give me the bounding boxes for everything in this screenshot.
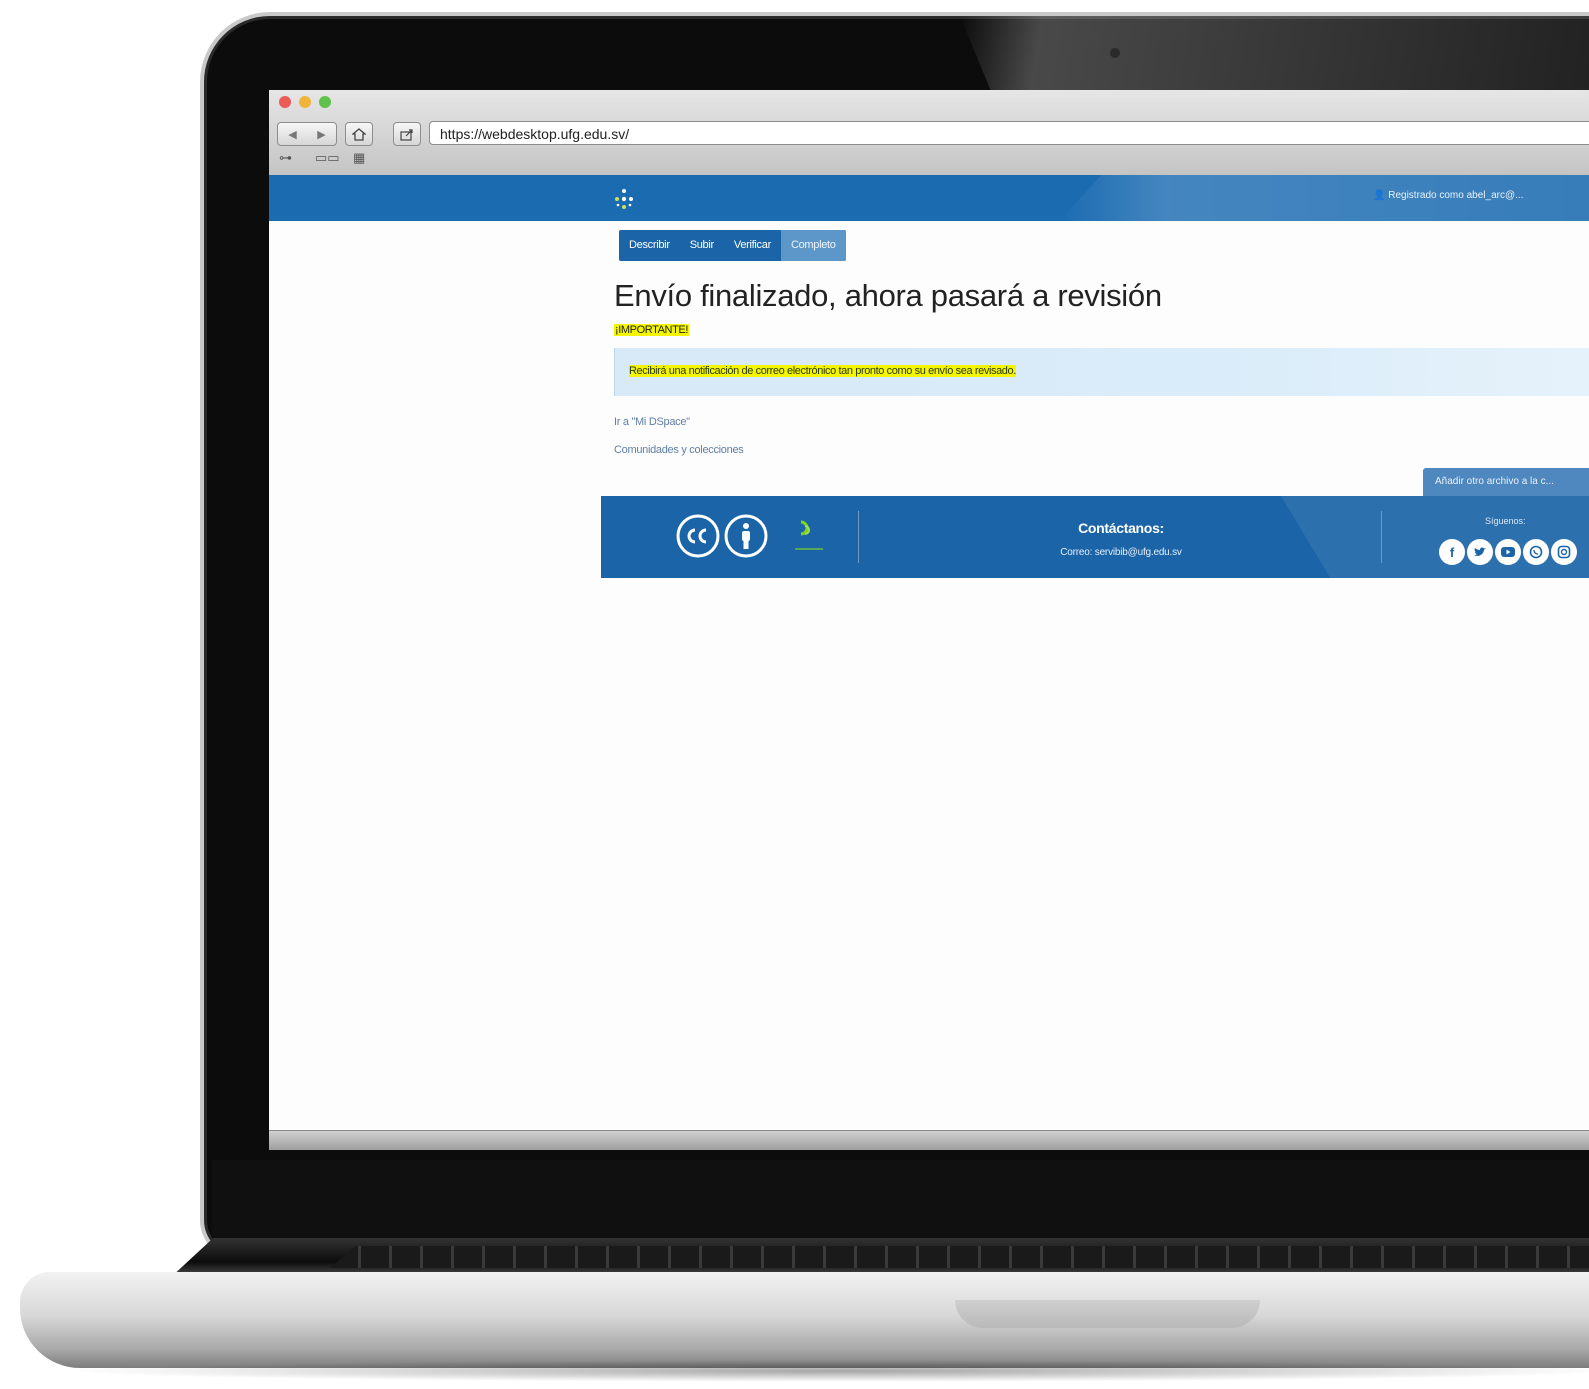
instagram-icon[interactable] [1551,539,1577,565]
laptop-base [20,1272,1589,1368]
address-bar[interactable]: https://webdesktop.ufg.edu.sv/ [429,121,1589,145]
twitter-icon[interactable] [1467,539,1493,565]
youtube-icon[interactable] [1495,539,1521,565]
zoom-window-button[interactable] [319,96,331,108]
screen-bottom-bezel [269,1130,1589,1150]
top-sites-icon[interactable]: ▦ [353,150,365,166]
share-icon [400,128,413,141]
attribution-icon[interactable] [723,513,769,559]
step-complete: Completo [780,230,846,261]
webcam [1110,48,1120,58]
keyboard-edge [330,1246,1589,1268]
notice-text: Recibirá una notificación de correo elec… [629,365,1016,377]
reading-list-icon[interactable]: ⊶ [279,150,292,166]
back-forward-buttons[interactable]: ◀ ▶ [277,122,337,146]
share-button[interactable] [393,122,421,146]
minimize-window-button[interactable] [299,96,311,108]
home-button[interactable] [345,122,373,146]
laptop-shadow [60,1360,1589,1382]
step-verify[interactable]: Verificar [724,230,781,261]
footer-divider [858,511,859,563]
whatsapp-icon[interactable] [1523,539,1549,565]
footer-glare [1281,496,1589,578]
laptop-bezel [212,1160,1589,1245]
trackpad-notch [955,1300,1260,1328]
bookmarks-icon[interactable]: ▭▭ [315,150,340,166]
facebook-icon[interactable]: f [1439,539,1465,565]
home-icon [352,127,366,141]
add-file-button[interactable]: Añadir otro archivo a la c... [1423,468,1589,496]
back-icon[interactable]: ◀ [288,128,296,141]
submission-progress: Describir Subir Verificar Completo [619,230,846,261]
dspace-logo-icon[interactable] [613,188,635,210]
contact-heading: Contáctanos: [1078,520,1164,536]
important-label: ¡IMPORTANTE! [614,324,690,336]
notice-box: Recibirá una notificación de correo elec… [614,348,1589,396]
my-dspace-link[interactable]: Ir a "Mi DSpace" [614,416,690,428]
step-upload[interactable]: Subir [680,230,724,261]
logged-in-user-link[interactable]: 👤 Registrado como abel_arc@... [1373,190,1523,201]
communities-link[interactable]: Comunidades y colecciones [614,444,744,456]
site-footer: Contáctanos: Correo: servibib@ufg.edu.sv… [601,496,1589,578]
browser-window: ◀ ▶ https://webdesktop.ufg.edu.sv/ ⊶ ▭▭ … [269,90,1589,1150]
page-title: Envío finalizado, ahora pasará a revisió… [614,278,1162,313]
forward-icon[interactable]: ▶ [317,128,325,141]
footer-divider [1381,511,1382,563]
browser-toolbar: ◀ ▶ https://webdesktop.ufg.edu.sv/ ⊶ ▭▭ … [269,90,1589,179]
contact-email[interactable]: Correo: servibib@ufg.edu.sv [1001,547,1241,558]
repository-logo-icon[interactable] [789,514,833,558]
creative-commons-icon[interactable] [675,513,721,559]
close-window-button[interactable] [279,96,291,108]
step-describe[interactable]: Describir [619,230,680,261]
follow-label: Síguenos: [1485,516,1526,526]
